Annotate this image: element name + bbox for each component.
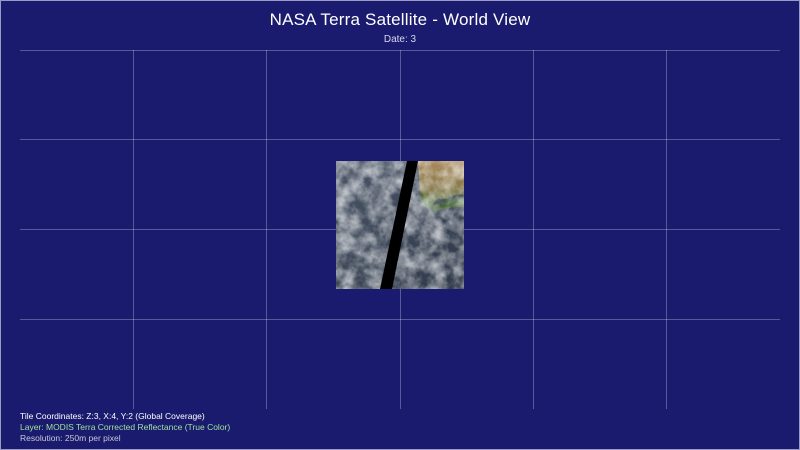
grid-line	[133, 50, 134, 409]
satellite-tile-image[interactable]	[336, 161, 464, 289]
grid-line	[666, 50, 667, 409]
date-label: Date: 3	[383, 34, 417, 45]
grid-line	[266, 50, 267, 409]
resolution-text: Resolution: 250m per pixel	[20, 433, 121, 443]
layer-text: Layer: MODIS Terra Corrected Reflectance…	[20, 422, 231, 432]
grid-line	[533, 50, 534, 409]
page-title: NASA Terra Satellite - World View	[269, 10, 531, 29]
tile-coordinates-text: Tile Coordinates: Z:3, X:4, Y:2 (Global …	[20, 411, 205, 421]
satellite-imagery	[336, 161, 464, 289]
